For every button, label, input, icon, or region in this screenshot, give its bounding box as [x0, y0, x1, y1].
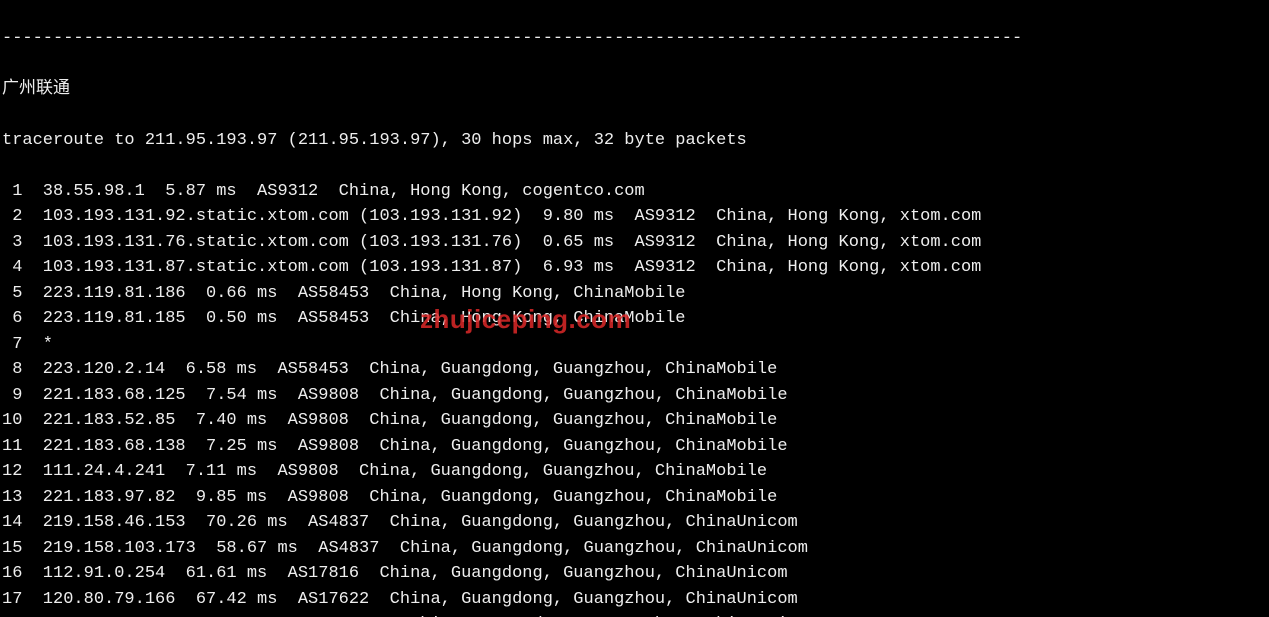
- hop-line: 13 221.183.97.82 9.85 ms AS9808 China, G…: [2, 485, 1267, 511]
- divider-line: ----------------------------------------…: [2, 26, 1267, 52]
- hop-line: 2 103.193.131.92.static.xtom.com (103.19…: [2, 204, 1267, 230]
- hop-line: 6 223.119.81.185 0.50 ms AS58453 China, …: [2, 306, 1267, 332]
- hop-line: 7 *: [2, 332, 1267, 358]
- terminal-output[interactable]: ----------------------------------------…: [0, 0, 1269, 617]
- hop-line: 16 112.91.0.254 61.61 ms AS17816 China, …: [2, 561, 1267, 587]
- hop-line: 18 58.248.191.134 107.67 ms AS17622 Chin…: [2, 612, 1267, 617]
- hop-line: 15 219.158.103.173 58.67 ms AS4837 China…: [2, 536, 1267, 562]
- hop-line: 17 120.80.79.166 67.42 ms AS17622 China,…: [2, 587, 1267, 613]
- hop-list: 1 38.55.98.1 5.87 ms AS9312 China, Hong …: [2, 179, 1267, 617]
- hop-line: 11 221.183.68.138 7.25 ms AS9808 China, …: [2, 434, 1267, 460]
- hop-line: 10 221.183.52.85 7.40 ms AS9808 China, G…: [2, 408, 1267, 434]
- hop-line: 14 219.158.46.153 70.26 ms AS4837 China,…: [2, 510, 1267, 536]
- hop-line: 4 103.193.131.87.static.xtom.com (103.19…: [2, 255, 1267, 281]
- trace-title: 广州联通: [2, 77, 1267, 103]
- hop-line: 1 38.55.98.1 5.87 ms AS9312 China, Hong …: [2, 179, 1267, 205]
- trace-header: traceroute to 211.95.193.97 (211.95.193.…: [2, 128, 1267, 154]
- hop-line: 3 103.193.131.76.static.xtom.com (103.19…: [2, 230, 1267, 256]
- hop-line: 12 111.24.4.241 7.11 ms AS9808 China, Gu…: [2, 459, 1267, 485]
- hop-line: 8 223.120.2.14 6.58 ms AS58453 China, Gu…: [2, 357, 1267, 383]
- hop-line: 9 221.183.68.125 7.54 ms AS9808 China, G…: [2, 383, 1267, 409]
- hop-line: 5 223.119.81.186 0.66 ms AS58453 China, …: [2, 281, 1267, 307]
